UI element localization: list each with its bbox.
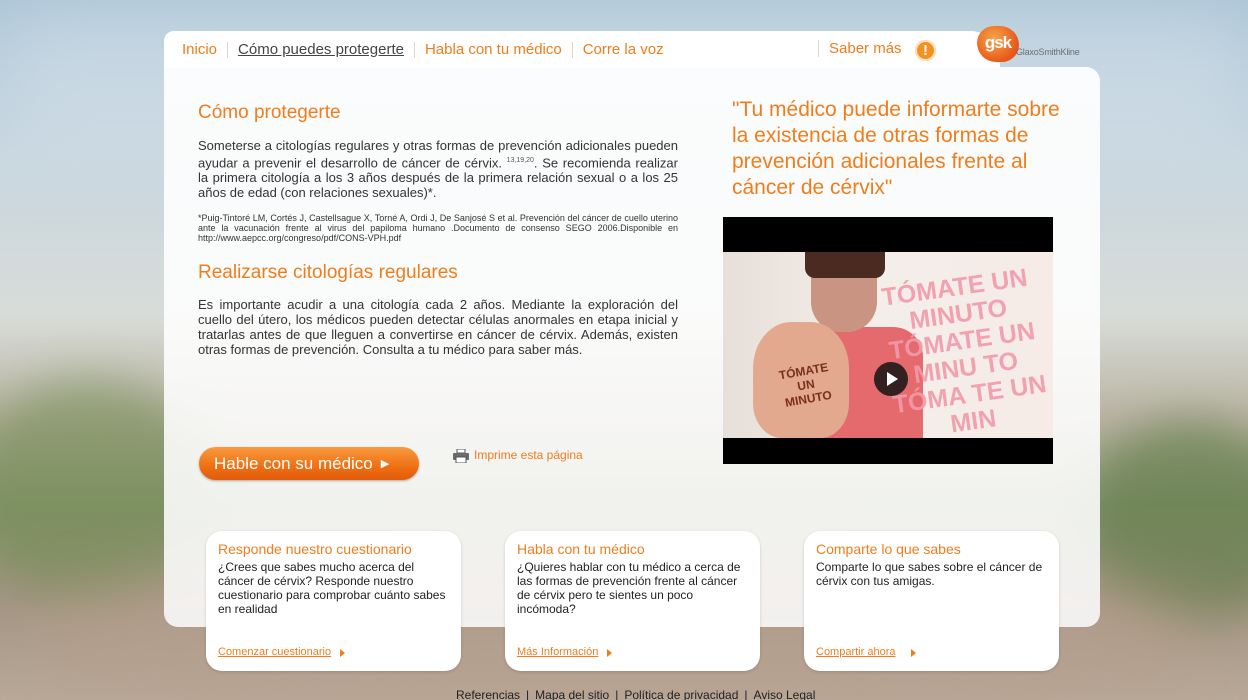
mas-informacion-link[interactable]: Más Información	[517, 646, 598, 658]
nav-saber-mas[interactable]: Saber más	[818, 40, 902, 57]
card-text: ¿Crees que sabes mucho acerca del cáncer…	[218, 560, 446, 616]
video-person-hair	[805, 252, 885, 278]
reference-sup: 13,19,20	[506, 157, 534, 164]
heading-como-protegerte: Cómo protegerte	[198, 102, 341, 123]
footer-separator: |	[615, 688, 619, 700]
exclamation-icon[interactable]: !	[915, 40, 936, 61]
footer-links: Referencias | Mapa del sitio | Política de…	[456, 689, 815, 700]
nav-item-inicio[interactable]: Inicio	[164, 41, 227, 58]
gsk-logo-text: GlaxoSmithKline	[1016, 47, 1080, 57]
doctor-quote: "Tu médico puede informarte sobre la exi…	[732, 98, 1060, 199]
comenzar-cuestionario-link[interactable]: Comenzar cuestionario	[218, 646, 331, 658]
video-overlay-text: TÓMATE UN MINUTO TÓMATE UN MINU TO TÓMA …	[879, 263, 1049, 438]
play-icon[interactable]	[874, 362, 908, 396]
hable-con-su-medico-button[interactable]: Hable con su médico ▶	[199, 447, 419, 480]
paragraph-protegerte: Someterse a citologías regulares y otras…	[198, 138, 678, 200]
card-title: Comparte lo que sabes	[816, 541, 961, 557]
card-text: ¿Quieres hablar con tu médico a cerca de…	[517, 560, 741, 616]
gsk-logo[interactable]: gsk GlaxoSmithKline	[977, 26, 1087, 66]
compartir-ahora-link[interactable]: Compartir ahora	[816, 646, 895, 658]
footer-separator: |	[526, 688, 530, 700]
card-comparte: Comparte lo que sabes Comparte lo que sa…	[804, 531, 1059, 671]
chevron-right-icon	[911, 649, 916, 657]
chevron-right-icon	[340, 649, 345, 657]
chevron-right-icon	[607, 649, 612, 657]
card-title: Responde nuestro cuestionario	[218, 541, 412, 557]
card-cuestionario: Responde nuestro cuestionario ¿Crees que…	[206, 531, 461, 671]
printer-icon[interactable]	[453, 449, 469, 463]
footer-separator: |	[744, 688, 748, 700]
print-page-link[interactable]: Imprime esta página	[474, 448, 583, 462]
video-player[interactable]: TÓMATE UN MINUTO TÓMATE UN MINUTO TÓMATE…	[723, 217, 1053, 464]
footer-link-referencias[interactable]: Referencias	[456, 689, 520, 700]
footer-link-mapa[interactable]: Mapa del sitio	[535, 689, 609, 700]
card-text: Comparte lo que sabes sobre el cáncer de…	[816, 560, 1043, 588]
footer-link-aviso-legal[interactable]: Aviso Legal	[754, 689, 816, 700]
chevron-right-icon: ▶	[380, 458, 390, 470]
card-habla-medico: Habla con tu médico ¿Quieres hablar con …	[505, 531, 760, 671]
nav-item-habla-medico[interactable]: Habla con tu médico	[413, 41, 572, 58]
gsk-logo-mark: gsk	[977, 26, 1019, 62]
nav-item-corre-voz[interactable]: Corre la voz	[571, 41, 674, 58]
paragraph-citologias: Es importante acudir a una citología cad…	[198, 297, 678, 357]
nav-item-como-protegerte[interactable]: Cómo puedes protegerte	[227, 41, 414, 58]
hable-con-su-medico-label: Hable con su médico	[214, 453, 373, 473]
video-thumbnail: TÓMATE UN MINUTO TÓMATE UN MINUTO TÓMATE…	[723, 252, 1053, 438]
footer-link-privacidad[interactable]: Política de privacidad	[624, 689, 738, 700]
card-title: Habla con tu médico	[517, 541, 645, 557]
footnote: *Puig-Tintoré LM, Cortés J, Castellsague…	[198, 213, 678, 243]
heading-citologias: Realizarse citologías regulares	[198, 262, 458, 283]
